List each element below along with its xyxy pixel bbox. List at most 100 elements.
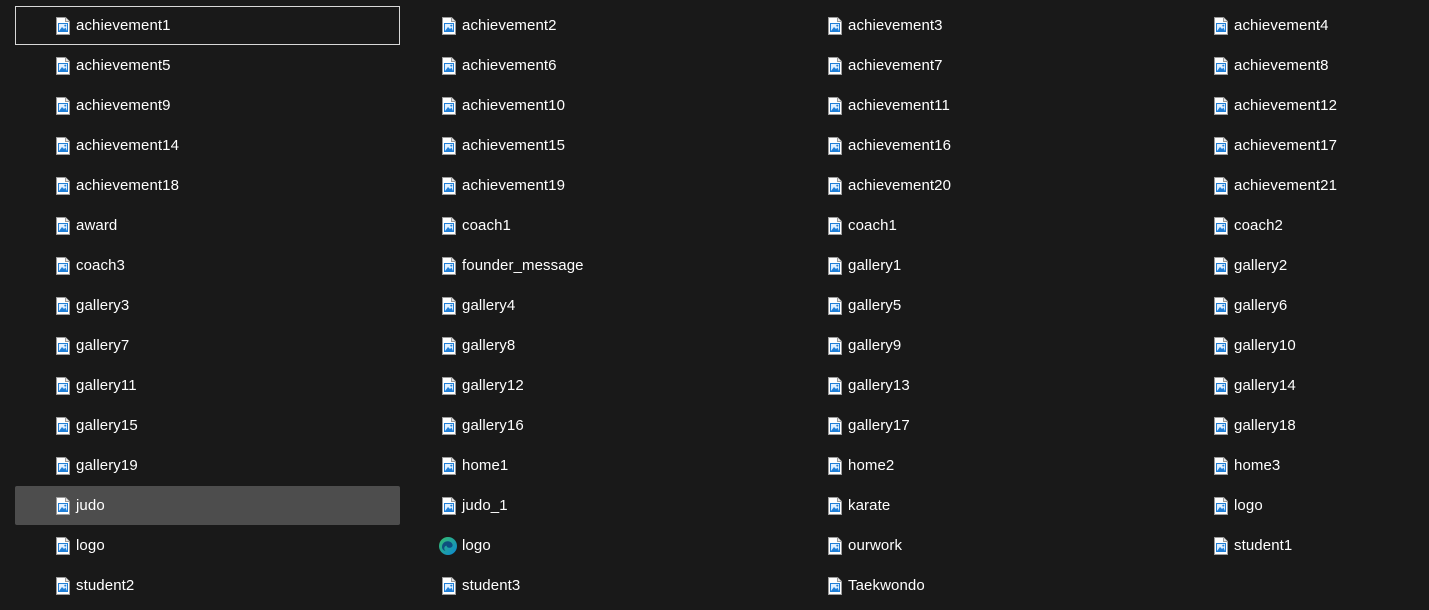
- file-name-label: logo: [1234, 496, 1263, 514]
- file-item[interactable]: ourwork: [787, 526, 1172, 565]
- file-name-label: student3: [462, 576, 521, 594]
- file-item[interactable]: founder_message: [401, 246, 786, 285]
- file-name-label: coach1: [462, 216, 511, 234]
- image-file-icon: [1214, 296, 1228, 315]
- file-item[interactable]: gallery12: [401, 366, 786, 405]
- file-item[interactable]: home1: [401, 446, 786, 485]
- file-item[interactable]: home3: [1173, 446, 1429, 485]
- file-item[interactable]: achievement3: [787, 6, 1172, 45]
- file-item[interactable]: gallery6: [1173, 286, 1429, 325]
- image-file-icon: [56, 496, 70, 515]
- file-item[interactable]: achievement14: [15, 126, 400, 165]
- file-name-label: achievement11: [848, 96, 950, 114]
- image-file-icon: [1214, 456, 1228, 475]
- file-item[interactable]: achievement20: [787, 166, 1172, 205]
- file-item[interactable]: achievement5: [15, 46, 400, 85]
- image-file-icon: [828, 216, 842, 235]
- image-file-icon: [828, 96, 842, 115]
- file-item[interactable]: gallery15: [15, 406, 400, 445]
- file-item[interactable]: achievement17: [1173, 126, 1429, 165]
- image-file-icon: [828, 16, 842, 35]
- file-item[interactable]: gallery13: [787, 366, 1172, 405]
- file-name-label: gallery2: [1234, 256, 1288, 274]
- file-item[interactable]: gallery18: [1173, 406, 1429, 445]
- file-name-label: achievement6: [462, 56, 557, 74]
- file-name-label: karate: [848, 496, 891, 514]
- file-item[interactable]: home2: [787, 446, 1172, 485]
- file-item[interactable]: achievement7: [787, 46, 1172, 85]
- file-item[interactable]: achievement4: [1173, 6, 1429, 45]
- file-item[interactable]: achievement16: [787, 126, 1172, 165]
- file-list-grid: achievement1 achievement2 achievement3 achi…: [15, 6, 1415, 606]
- file-item[interactable]: logo: [1173, 486, 1429, 525]
- file-item[interactable]: achievement6: [401, 46, 786, 85]
- file-item[interactable]: award: [15, 206, 400, 245]
- file-item[interactable]: gallery2: [1173, 246, 1429, 285]
- file-item[interactable]: coach1: [787, 206, 1172, 245]
- file-item[interactable]: gallery4: [401, 286, 786, 325]
- image-file-icon: [1214, 136, 1228, 155]
- image-file-icon: [1214, 256, 1228, 275]
- image-file-icon: [442, 176, 456, 195]
- file-item[interactable]: gallery10: [1173, 326, 1429, 365]
- file-item[interactable]: logo: [15, 526, 400, 565]
- file-item[interactable]: achievement12: [1173, 86, 1429, 125]
- file-item[interactable]: student2: [15, 566, 400, 605]
- file-item[interactable]: achievement1: [15, 6, 400, 45]
- file-name-label: coach1: [848, 216, 897, 234]
- image-file-icon: [56, 176, 70, 195]
- file-item[interactable]: achievement18: [15, 166, 400, 205]
- image-file-icon: [1214, 16, 1228, 35]
- file-name-label: achievement5: [76, 56, 171, 74]
- image-file-icon: [442, 456, 456, 475]
- file-item[interactable]: judo_1: [401, 486, 786, 525]
- file-item[interactable]: achievement10: [401, 86, 786, 125]
- file-item[interactable]: gallery16: [401, 406, 786, 445]
- file-item[interactable]: achievement8: [1173, 46, 1429, 85]
- file-item[interactable]: gallery17: [787, 406, 1172, 445]
- image-file-icon: [56, 416, 70, 435]
- file-item[interactable]: gallery5: [787, 286, 1172, 325]
- file-item[interactable]: student1: [1173, 526, 1429, 565]
- image-file-icon: [442, 96, 456, 115]
- file-item[interactable]: coach1: [401, 206, 786, 245]
- image-file-icon: [442, 496, 456, 515]
- file-item[interactable]: gallery1: [787, 246, 1172, 285]
- file-item[interactable]: gallery11: [15, 366, 400, 405]
- image-file-icon: [442, 256, 456, 275]
- file-item[interactable]: achievement21: [1173, 166, 1429, 205]
- image-file-icon: [828, 416, 842, 435]
- file-item[interactable]: achievement11: [787, 86, 1172, 125]
- image-file-icon: [442, 216, 456, 235]
- image-file-icon: [1214, 216, 1228, 235]
- file-item[interactable]: gallery14: [1173, 366, 1429, 405]
- file-name-label: gallery8: [462, 336, 516, 354]
- file-item[interactable]: gallery19: [15, 446, 400, 485]
- file-name-label: achievement19: [462, 176, 566, 194]
- file-item[interactable]: achievement2: [401, 6, 786, 45]
- file-item[interactable]: judo: [15, 486, 400, 525]
- file-name-label: achievement2: [462, 16, 557, 34]
- file-item[interactable]: coach2: [1173, 206, 1429, 245]
- file-item[interactable]: Taekwondo: [787, 566, 1172, 605]
- file-item[interactable]: achievement15: [401, 126, 786, 165]
- file-item[interactable]: gallery3: [15, 286, 400, 325]
- file-item[interactable]: gallery9: [787, 326, 1172, 365]
- image-file-icon: [828, 56, 842, 75]
- file-item[interactable]: student3: [401, 566, 786, 605]
- image-file-icon: [56, 536, 70, 555]
- file-item[interactable]: gallery7: [15, 326, 400, 365]
- image-file-icon: [56, 16, 70, 35]
- file-name-label: gallery15: [76, 416, 138, 434]
- image-file-icon: [1214, 496, 1228, 515]
- file-item[interactable]: karate: [787, 486, 1172, 525]
- file-item[interactable]: coach3: [15, 246, 400, 285]
- file-item[interactable]: achievement9: [15, 86, 400, 125]
- file-name-label: gallery1: [848, 256, 902, 274]
- file-name-label: achievement18: [76, 176, 180, 194]
- image-file-icon: [56, 336, 70, 355]
- file-item[interactable]: logo: [401, 526, 786, 565]
- file-item[interactable]: achievement19: [401, 166, 786, 205]
- file-name-label: judo: [76, 496, 105, 514]
- file-item[interactable]: gallery8: [401, 326, 786, 365]
